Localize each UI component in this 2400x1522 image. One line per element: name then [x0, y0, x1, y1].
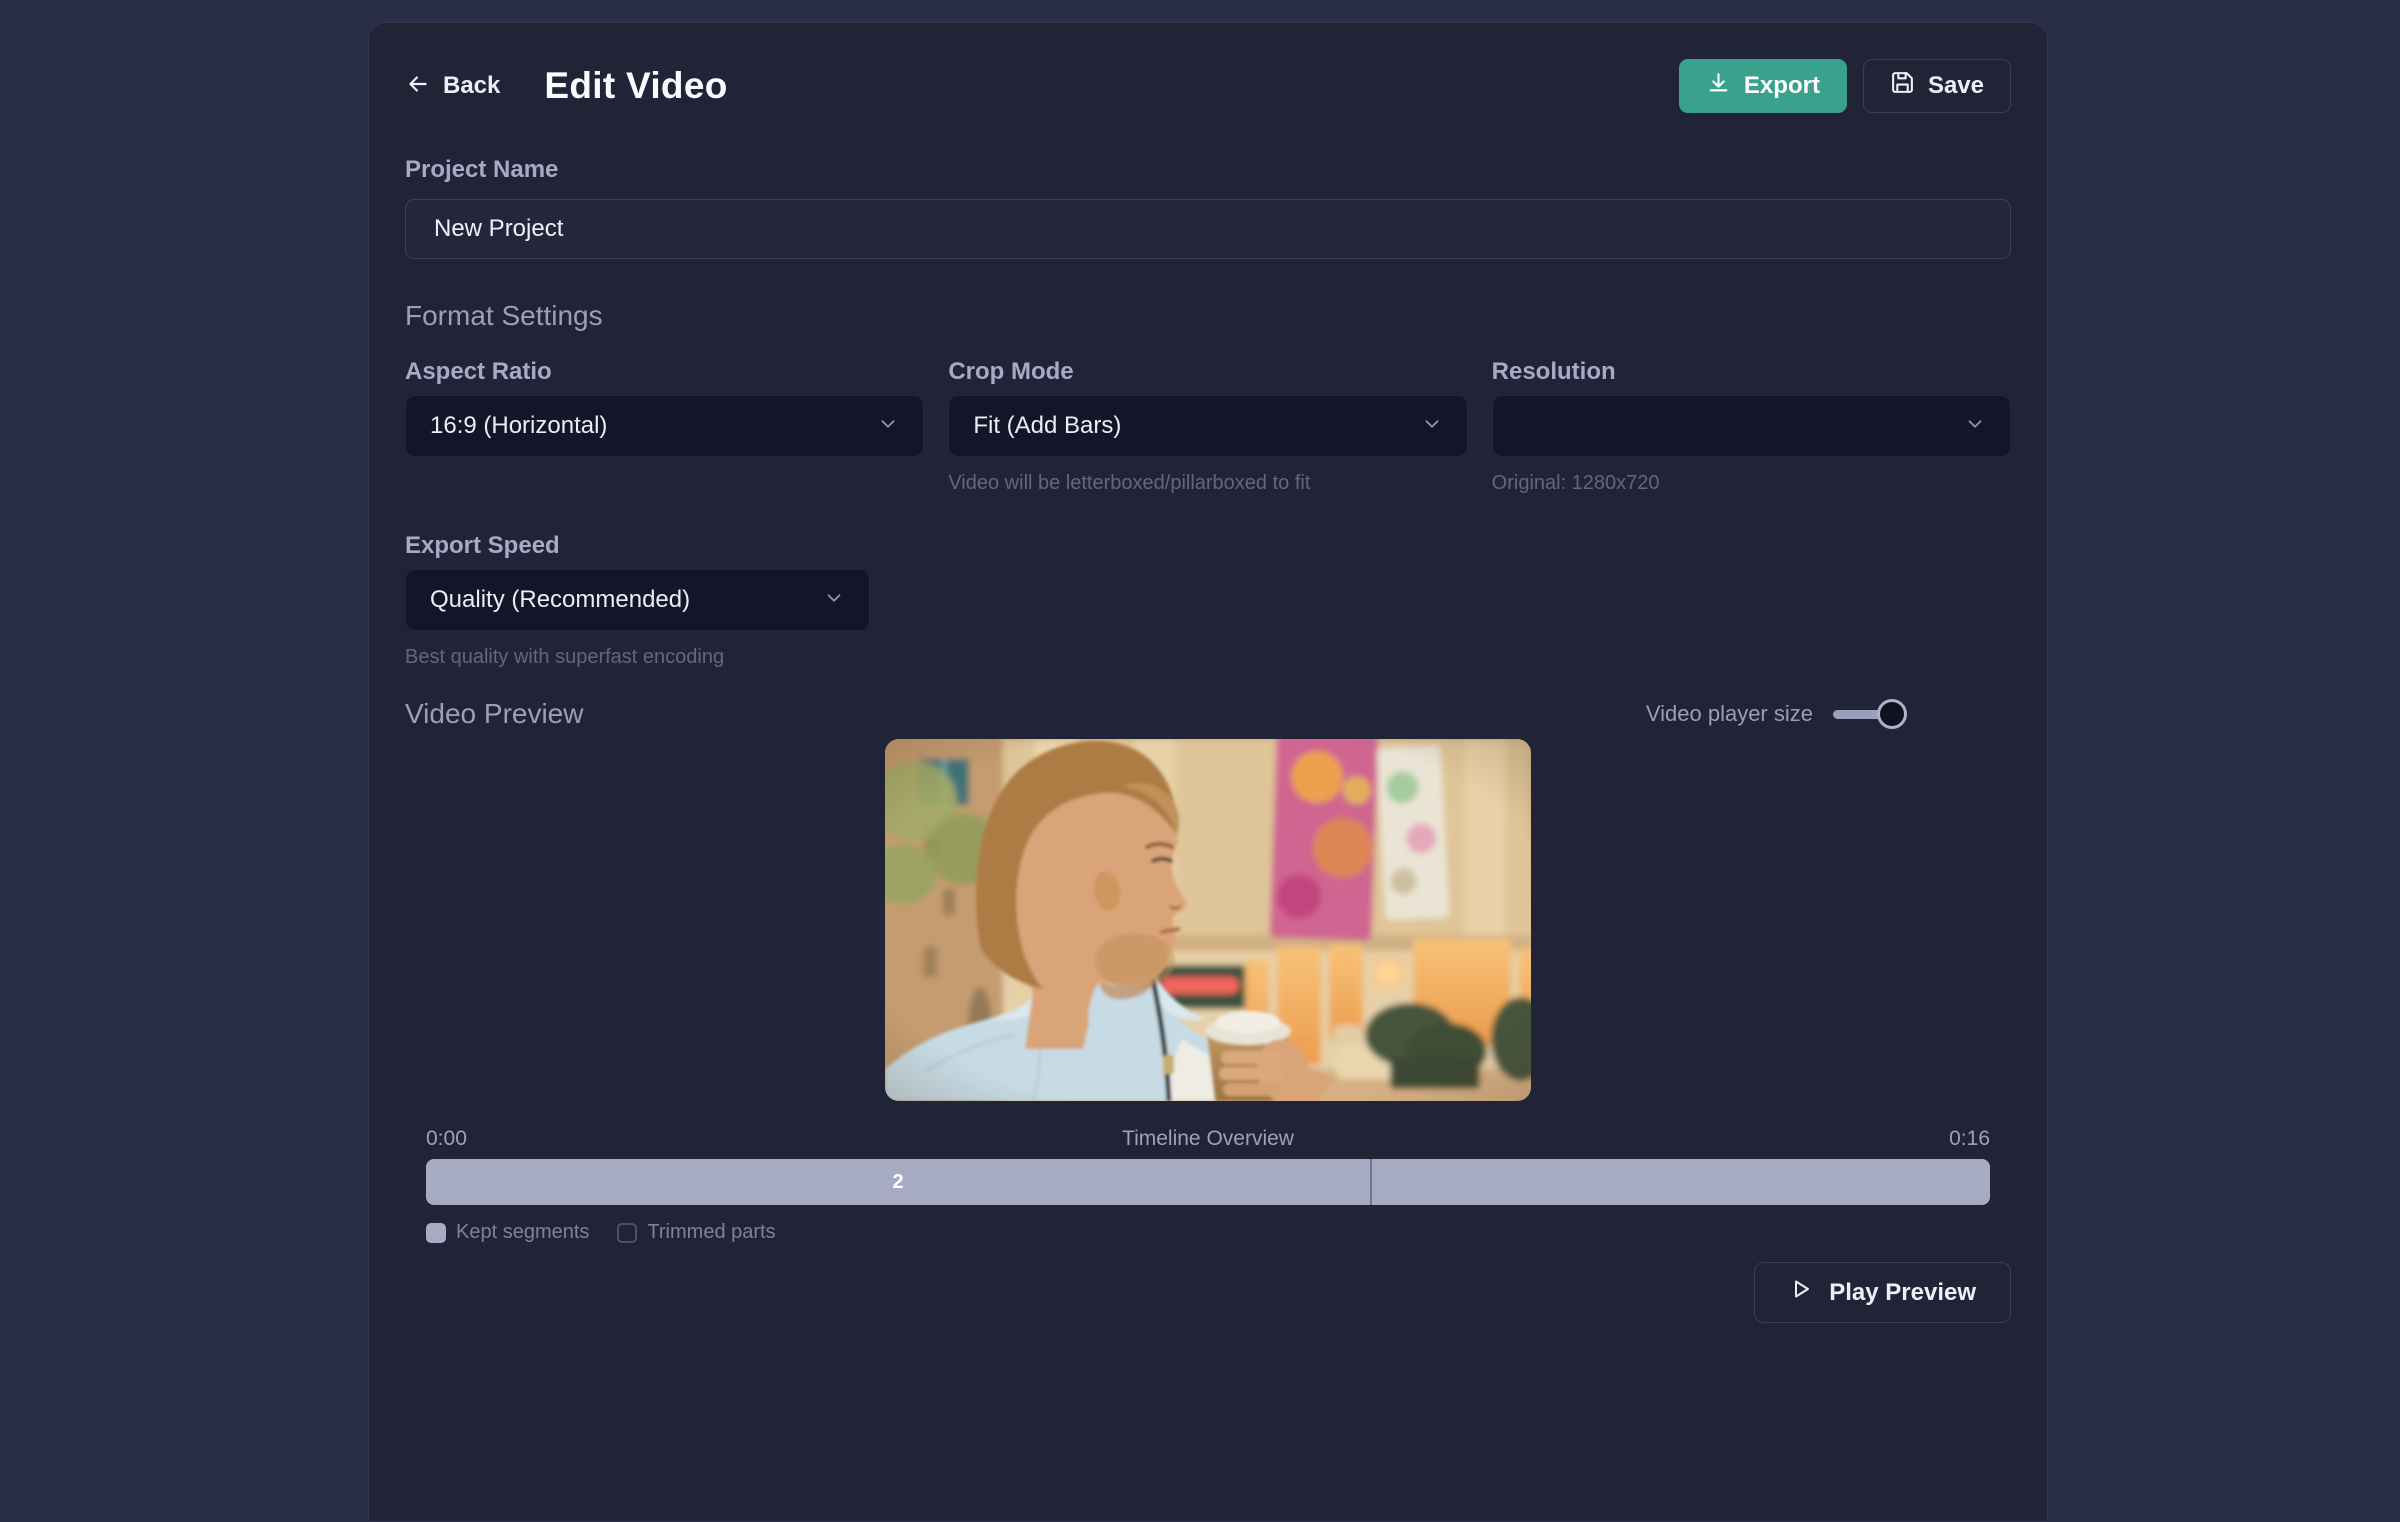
video-preview-header: Video Preview Video player size [405, 697, 1899, 731]
aspect-ratio-label: Aspect Ratio [405, 357, 924, 387]
timeline-end-time: 0:16 [1949, 1127, 1990, 1151]
crop-mode-field: Crop Mode Fit (Add Bars) Video will be l… [948, 357, 1467, 495]
trimmed-swatch [617, 1223, 637, 1243]
export-speed-select[interactable]: Quality (Recommended) [405, 569, 870, 631]
player-size-slider[interactable] [1833, 699, 1899, 729]
video-frame [885, 739, 1531, 1101]
player-size-control: Video player size [1646, 699, 1899, 729]
kept-label: Kept segments [456, 1221, 589, 1244]
chevron-down-icon [1421, 413, 1443, 440]
timeline-labels: 0:00 Timeline Overview 0:16 [426, 1127, 1990, 1151]
resolution-value [1517, 426, 1964, 427]
aspect-ratio-select[interactable]: 16:9 (Horizontal) [405, 395, 924, 457]
edit-video-panel: Back Edit Video Export Save Project Name… [368, 22, 2048, 1522]
legend-trimmed: Trimmed parts [617, 1221, 775, 1244]
chevron-down-icon [1964, 413, 1986, 440]
save-icon [1890, 70, 1915, 102]
format-settings-grid: Aspect Ratio 16:9 (Horizontal) Crop Mode… [405, 357, 2011, 495]
resolution-select[interactable] [1492, 395, 2011, 457]
chevron-down-icon [823, 587, 845, 614]
timeline-legend: Kept segments Trimmed parts [426, 1221, 1990, 1244]
aspect-ratio-value: 16:9 (Horizontal) [430, 412, 877, 440]
resolution-helper: Original: 1280x720 [1492, 471, 2011, 495]
trimmed-label: Trimmed parts [647, 1221, 775, 1244]
header: Back Edit Video Export Save [405, 59, 2011, 113]
timeline-title: Timeline Overview [467, 1127, 1949, 1151]
save-label: Save [1928, 72, 1984, 100]
crop-mode-value: Fit (Add Bars) [973, 412, 1420, 440]
export-button[interactable]: Export [1679, 59, 1847, 113]
export-speed-value: Quality (Recommended) [430, 586, 823, 614]
slider-knob[interactable] [1877, 699, 1907, 729]
play-preview-label: Play Preview [1829, 1279, 1976, 1307]
back-arrow-icon [405, 71, 431, 102]
legend-kept: Kept segments [426, 1221, 589, 1244]
export-label: Export [1744, 72, 1820, 100]
timeline-segment[interactable] [1372, 1159, 1990, 1205]
resolution-label: Resolution [1492, 357, 2011, 387]
export-speed-helper: Best quality with superfast encoding [405, 645, 870, 669]
video-still-image [885, 739, 1531, 1101]
player-size-label: Video player size [1646, 701, 1813, 727]
back-button[interactable]: Back [405, 71, 500, 102]
chevron-down-icon [877, 413, 899, 440]
back-label: Back [443, 72, 500, 100]
crop-mode-helper: Video will be letterboxed/pillarboxed to… [948, 471, 1467, 495]
page-title: Edit Video [544, 65, 727, 107]
save-button[interactable]: Save [1863, 59, 2011, 113]
timeline-bar[interactable]: 2 [426, 1159, 1990, 1205]
crop-mode-select[interactable]: Fit (Add Bars) [948, 395, 1467, 457]
export-speed-field: Export Speed Quality (Recommended) Best … [405, 531, 870, 669]
resolution-field: Resolution Original: 1280x720 [1492, 357, 2011, 495]
kept-swatch [426, 1223, 446, 1243]
aspect-ratio-field: Aspect Ratio 16:9 (Horizontal) [405, 357, 924, 495]
download-icon [1706, 70, 1731, 102]
timeline-segment[interactable]: 2 [426, 1159, 1372, 1205]
play-icon [1789, 1277, 1813, 1308]
timeline-start-time: 0:00 [426, 1127, 467, 1151]
export-speed-label: Export Speed [405, 531, 870, 561]
timeline-section: 0:00 Timeline Overview 0:16 2 Kept segme… [405, 1127, 2011, 1244]
play-preview-button[interactable]: Play Preview [1754, 1262, 2011, 1323]
video-preview-heading: Video Preview [405, 697, 583, 731]
project-name-input[interactable] [405, 199, 2011, 259]
format-settings-heading: Format Settings [405, 299, 2011, 333]
project-name-label: Project Name [405, 155, 2011, 185]
crop-mode-label: Crop Mode [948, 357, 1467, 387]
footer: Play Preview [405, 1262, 2011, 1323]
timeline-segment-label: 2 [426, 1159, 1370, 1205]
